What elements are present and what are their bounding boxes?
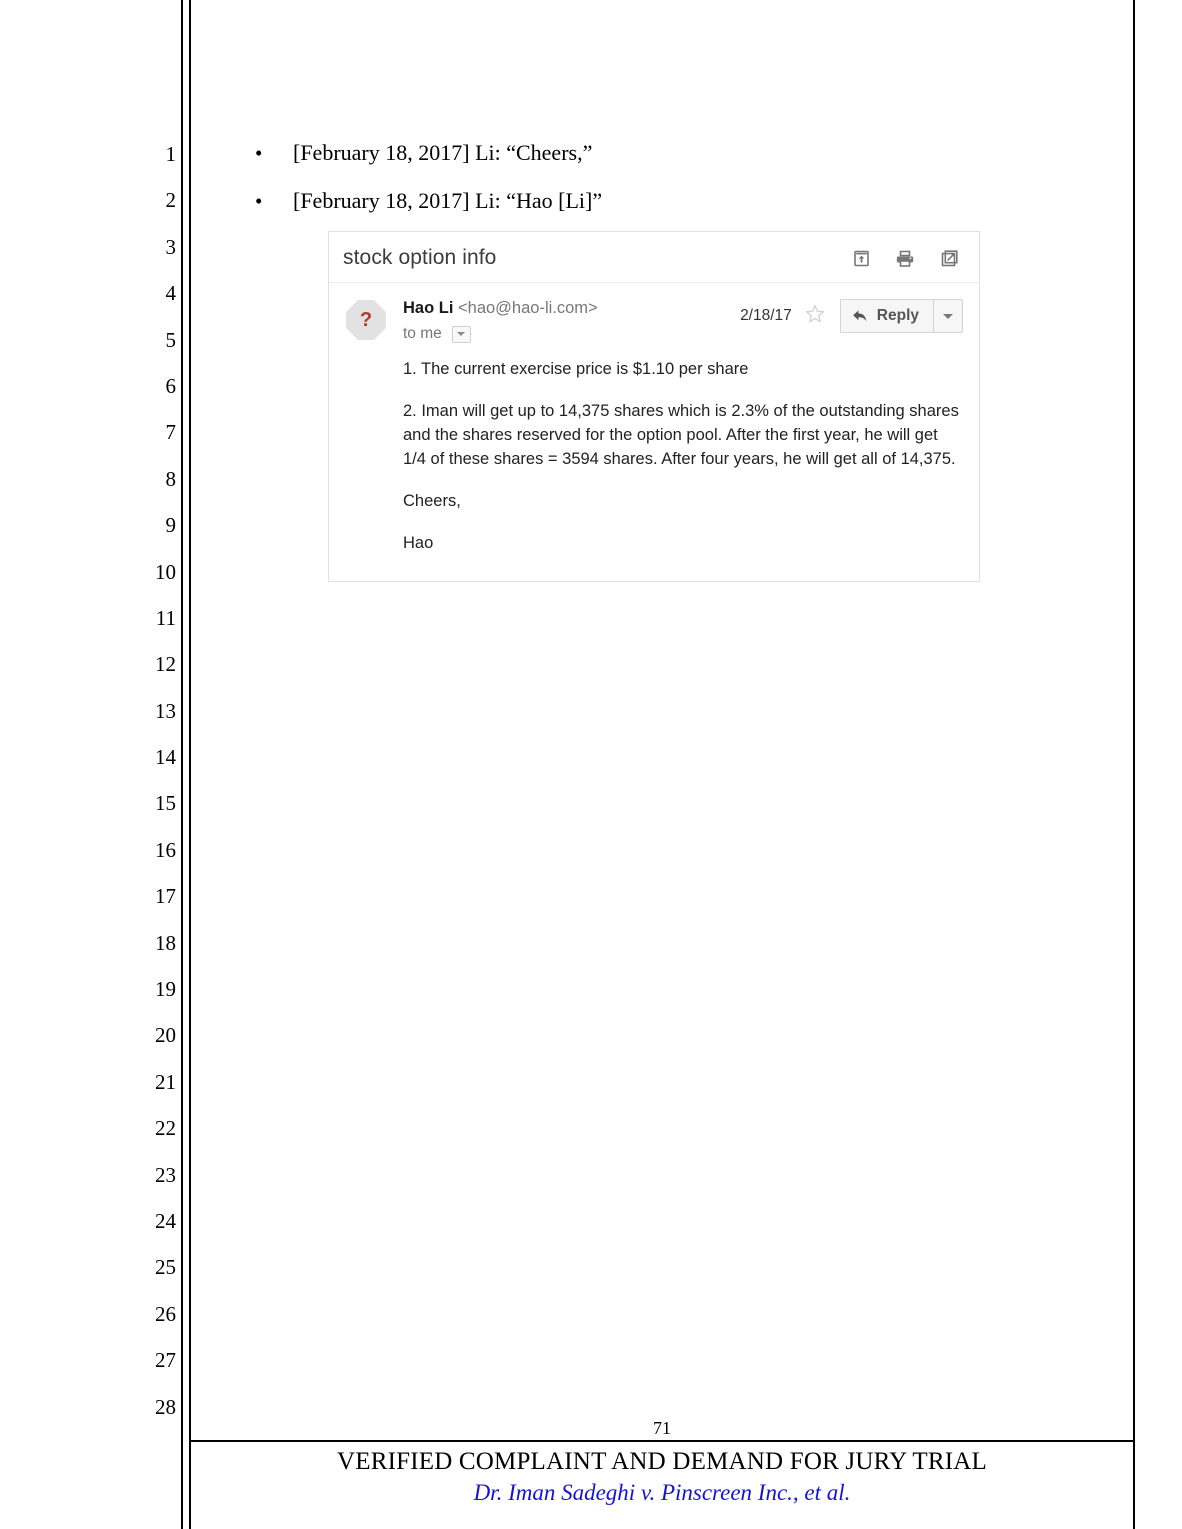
email-meta-actions: 2/18/17 Reply bbox=[740, 297, 963, 333]
line-number: 16 bbox=[155, 837, 176, 862]
line-number: 13 bbox=[155, 698, 176, 723]
line-number: 27 bbox=[155, 1348, 176, 1373]
left-margin-rule-inner bbox=[189, 0, 191, 1529]
email-date: 2/18/17 bbox=[740, 307, 792, 324]
open-in-new-window-icon[interactable] bbox=[939, 248, 959, 268]
line-number: 18 bbox=[155, 930, 176, 955]
footer-divider bbox=[189, 1440, 1135, 1442]
email-meta: ? Hao Li <hao@hao-li.com> to me 2/18/17 bbox=[329, 283, 979, 353]
email-body-paragraph: 2. Iman will get up to 14,375 shares whi… bbox=[403, 402, 959, 468]
reply-arrow-icon bbox=[852, 310, 867, 322]
left-margin-rule-outer bbox=[181, 0, 183, 1529]
list-item-text: [February 18, 2017] Li: “Cheers,” bbox=[293, 140, 593, 165]
print-icon[interactable] bbox=[895, 248, 915, 268]
line-number: 23 bbox=[155, 1162, 176, 1187]
list-item-text: [February 18, 2017] Li: “Hao [Li]” bbox=[293, 188, 603, 213]
line-number: 5 bbox=[165, 327, 177, 352]
reply-button-group: Reply bbox=[839, 299, 963, 333]
line-number: 26 bbox=[155, 1301, 176, 1326]
footer-title: VERIFIED COMPLAINT AND DEMAND FOR JURY T… bbox=[336, 1448, 988, 1475]
line-number: 19 bbox=[155, 977, 176, 1002]
line-number: 8 bbox=[165, 466, 177, 491]
line-number: 17 bbox=[155, 884, 176, 909]
recipient-line: to me bbox=[403, 325, 740, 343]
recipient-details-chevron-down-icon[interactable] bbox=[451, 325, 471, 343]
line-number: 14 bbox=[155, 745, 176, 770]
line-number: 3 bbox=[165, 234, 177, 259]
sender-block: Hao Li <hao@hao-li.com> to me bbox=[387, 297, 740, 343]
page-content: • [February 18, 2017] Li: “Cheers,” • [F… bbox=[205, 0, 1120, 1400]
line-number: 28 bbox=[155, 1394, 176, 1419]
email-action-toolbar bbox=[851, 248, 963, 268]
pleading-page: 1 2 3 4 5 6 7 8 9 10 11 12 13 14 15 16 17 18 19 20 21 22 23 24 2… bbox=[0, 0, 1182, 1529]
line-number: 20 bbox=[155, 1023, 176, 1048]
email-screenshot-card: stock option info ? Hao Li <hao@hao-li.c… bbox=[328, 231, 980, 582]
move-to-inbox-icon[interactable] bbox=[851, 248, 871, 268]
recipient-label: to me bbox=[403, 325, 442, 342]
line-number: 11 bbox=[155, 605, 176, 630]
line-number: 9 bbox=[165, 513, 177, 538]
list-item: • [February 18, 2017] Li: “Cheers,” bbox=[255, 138, 1095, 168]
reply-options-chevron-down-icon[interactable] bbox=[933, 300, 962, 332]
footer-case-caption: Dr. Iman Sadeghi v. Pinscreen Inc., et a… bbox=[473, 1480, 851, 1505]
line-number: 22 bbox=[155, 1116, 176, 1141]
email-subject: stock option info bbox=[343, 246, 497, 269]
reply-button[interactable]: Reply bbox=[841, 300, 933, 332]
line-number: 21 bbox=[155, 1069, 176, 1094]
line-number-column: 1 2 3 4 5 6 7 8 9 10 11 12 13 14 15 16 17 18 19 20 21 22 23 24 2… bbox=[130, 131, 176, 1430]
email-body-paragraph: 1. The current exercise price is $1.10 p… bbox=[403, 360, 749, 378]
email-header: stock option info bbox=[329, 232, 979, 283]
reply-button-label: Reply bbox=[876, 307, 919, 324]
sender-name: Hao Li bbox=[403, 299, 454, 317]
star-icon[interactable] bbox=[804, 303, 826, 330]
email-body-paragraph: Cheers, bbox=[403, 492, 461, 510]
list-item: • [February 18, 2017] Li: “Hao [Li]” bbox=[255, 186, 1095, 216]
page-number: 71 bbox=[653, 1418, 671, 1438]
line-number: 6 bbox=[165, 373, 177, 398]
right-margin-rule bbox=[1133, 0, 1135, 1529]
avatar: ? bbox=[345, 299, 387, 341]
bullet-marker-icon: • bbox=[255, 141, 263, 165]
line-number: 7 bbox=[165, 420, 177, 445]
line-number: 24 bbox=[155, 1208, 176, 1233]
sender-line: Hao Li <hao@hao-li.com> bbox=[403, 297, 740, 319]
email-body: 1. The current exercise price is $1.10 p… bbox=[329, 353, 979, 581]
line-number: 1 bbox=[165, 142, 177, 166]
line-number: 15 bbox=[155, 791, 176, 816]
line-number: 12 bbox=[155, 652, 176, 677]
line-number: 4 bbox=[165, 281, 177, 306]
line-number: 2 bbox=[165, 188, 177, 213]
page-footer: 71 VERIFIED COMPLAINT AND DEMAND FOR JUR… bbox=[189, 1417, 1135, 1508]
email-body-paragraph: Hao bbox=[403, 534, 434, 552]
sender-email: <hao@hao-li.com> bbox=[458, 299, 598, 317]
bullet-list: • [February 18, 2017] Li: “Cheers,” • [F… bbox=[255, 138, 1095, 234]
bullet-marker-icon: • bbox=[255, 189, 263, 213]
line-number: 10 bbox=[155, 559, 176, 584]
avatar-placeholder-glyph: ? bbox=[346, 300, 386, 340]
line-number: 25 bbox=[155, 1255, 176, 1280]
